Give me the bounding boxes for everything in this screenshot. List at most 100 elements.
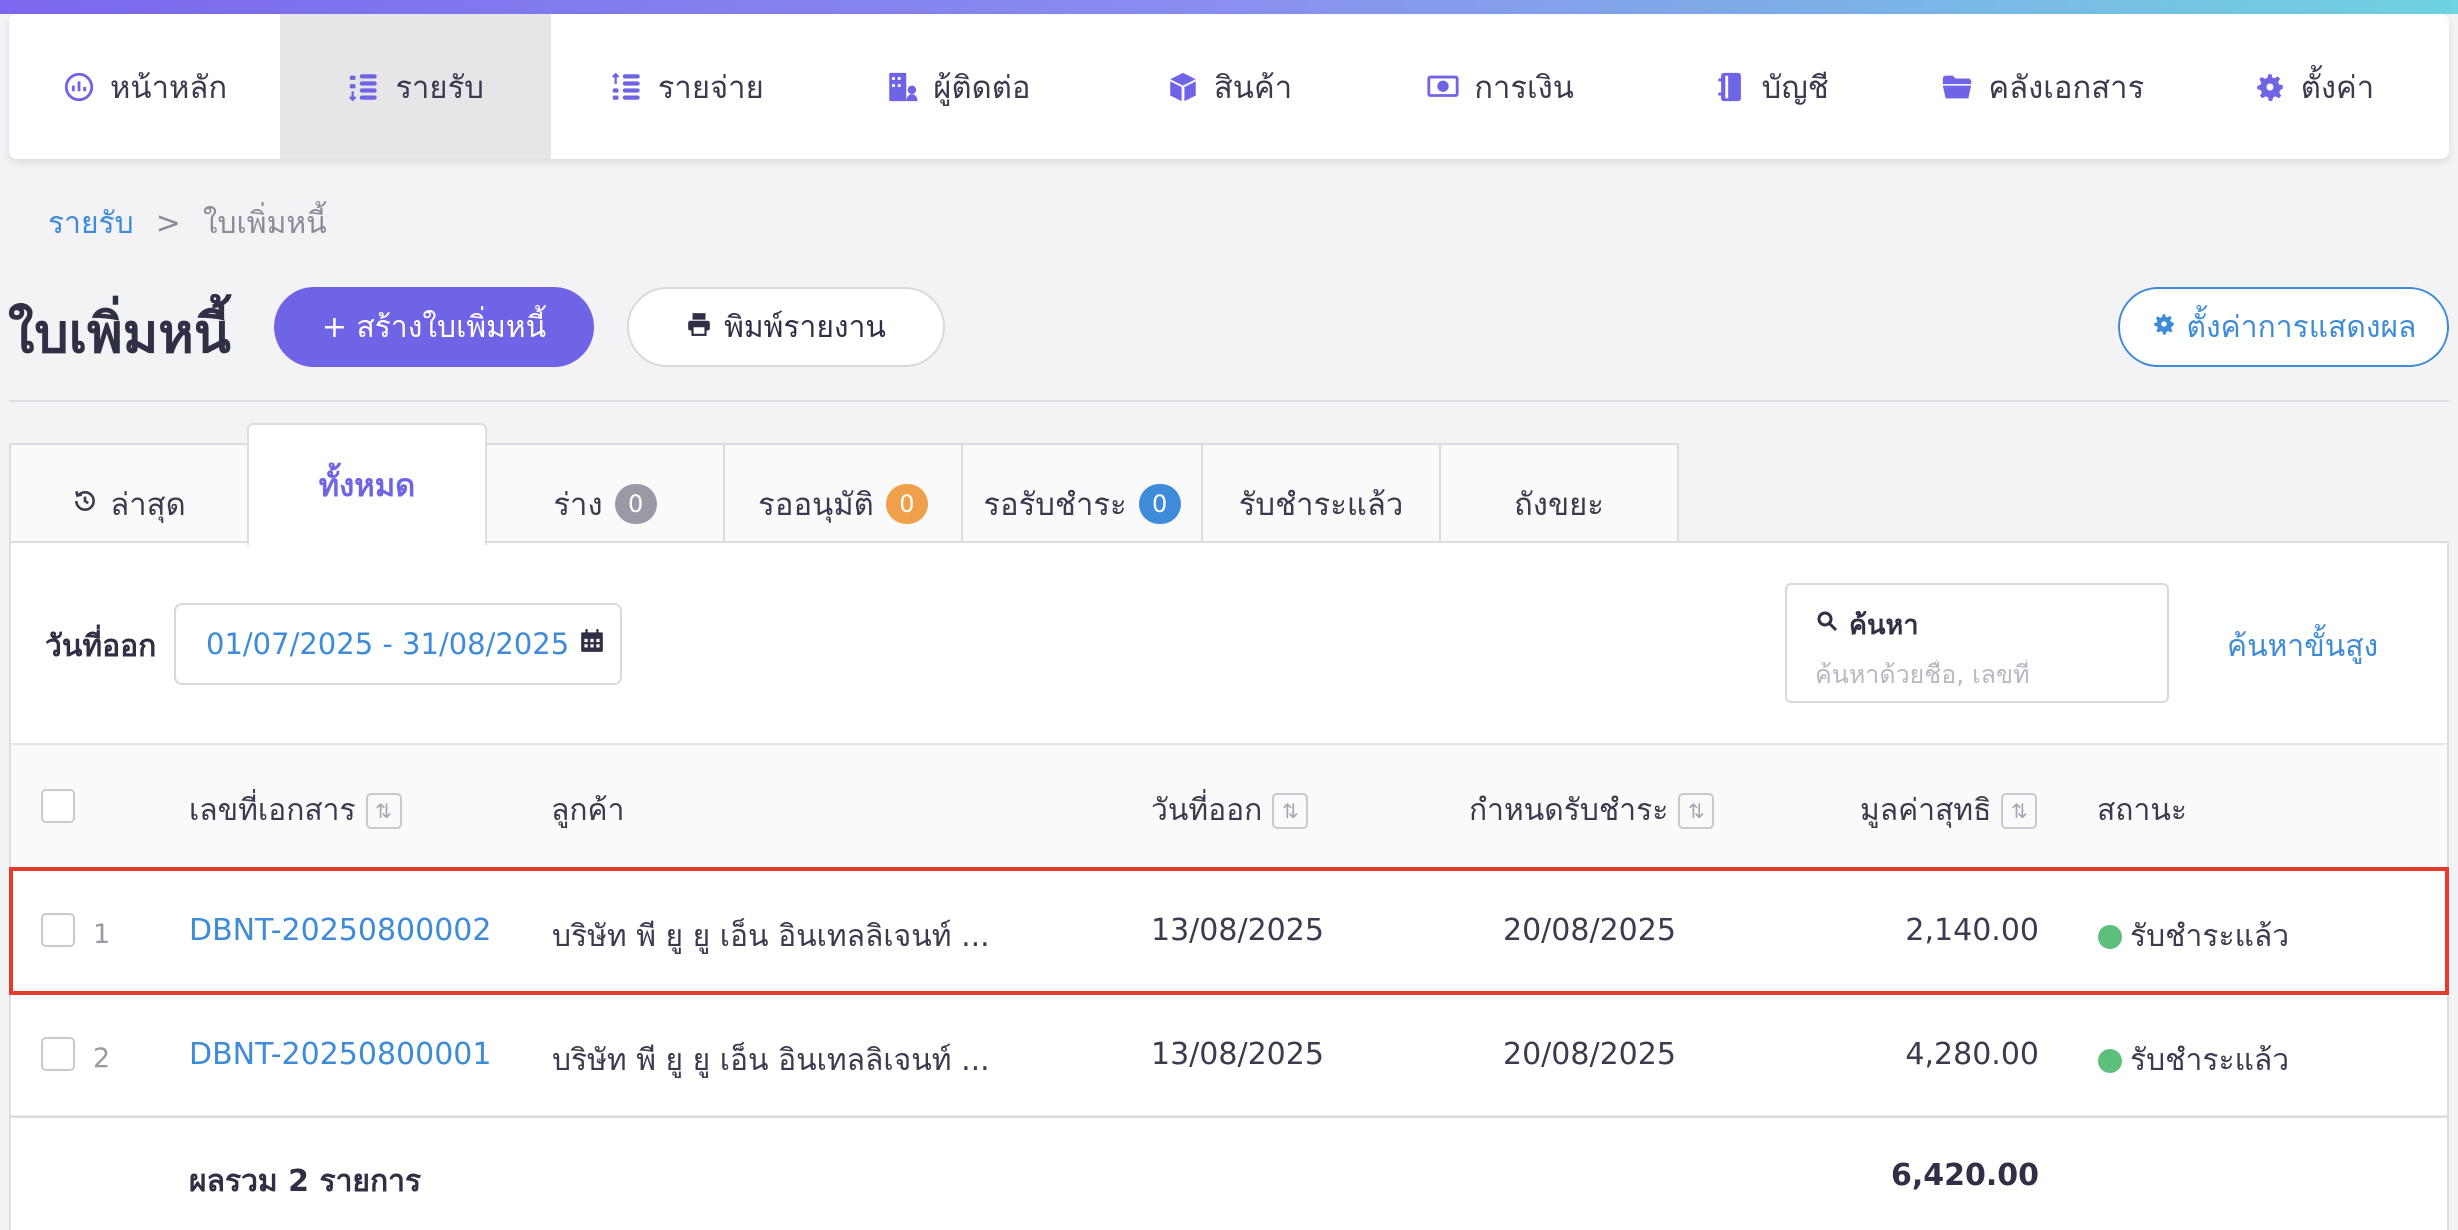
net-value: 2,140.00 <box>1905 913 2039 948</box>
nav-item-label: การเงิน <box>1474 69 1574 106</box>
nav-item-contacts[interactable]: ผู้ติดต่อ <box>822 14 1093 159</box>
awaiting-payment-count-badge: 0 <box>1138 484 1181 524</box>
issue-date: 13/08/2025 <box>1151 913 1324 948</box>
document-list-panel: วันที่ออก 01/07/2025 - 31/08/2025 ค้นหา … <box>9 541 2449 1230</box>
nav-item-label: หน้าหลัก <box>109 69 228 106</box>
nav-item-label: รายจ่าย <box>657 69 764 106</box>
column-label: กำหนดรับชำระ <box>1469 793 1669 828</box>
sort-icon[interactable]: ⇅ <box>1678 792 1715 829</box>
sort-icon[interactable]: ⇅ <box>365 792 402 829</box>
folder-icon <box>1940 70 1974 104</box>
search-box[interactable]: ค้นหา <box>1785 583 2169 703</box>
breadcrumb: รายรับ > ใบเพิ่มหนี้ <box>48 200 327 247</box>
status-badge: รับชำระแล้ว <box>2098 913 2289 960</box>
search-icon <box>1815 609 1839 640</box>
nav-item-home[interactable]: หน้าหลัก <box>9 14 280 159</box>
select-all-checkbox[interactable] <box>41 789 75 823</box>
sort-icon[interactable]: ⇅ <box>2001 792 2038 829</box>
print-report-button[interactable]: พิมพ์รายงาน <box>627 287 945 367</box>
display-settings-label: ตั้งค่าการแสดงผล <box>2186 309 2417 345</box>
search-input[interactable] <box>1815 660 2145 689</box>
tab-label: รอรับชำระ <box>983 487 1127 523</box>
nav-item-label: คลังเอกสาร <box>1988 69 2145 106</box>
header-divider <box>9 400 2449 402</box>
due-date: 20/08/2025 <box>1503 913 1676 948</box>
page-title: ใบเพิ่มหนี้ <box>8 302 231 365</box>
column-label: สถานะ <box>2097 793 2187 828</box>
issue-date: 13/08/2025 <box>1151 1037 1324 1072</box>
column-header-status: สถานะ <box>2097 787 2187 834</box>
dashboard-icon <box>62 70 96 104</box>
history-icon <box>72 486 98 522</box>
draft-count-badge: 0 <box>614 484 657 524</box>
nav-item-documents[interactable]: คลังเอกสาร <box>1907 14 2178 159</box>
coins-in-icon <box>347 70 381 104</box>
breadcrumb-parent-link[interactable]: รายรับ <box>48 200 134 247</box>
customer-name: บริษัท พี ยู ยู เอ็น อินเทลลิเจนท์ ... <box>552 919 990 954</box>
nav-item-settings[interactable]: ตั้งค่า <box>2178 14 2449 159</box>
nav-item-label: รายรับ <box>395 69 484 106</box>
display-settings-button[interactable]: ตั้งค่าการแสดงผล <box>2118 287 2449 367</box>
tab-label: รับชำระแล้ว <box>1238 487 1404 523</box>
row-number: 1 <box>93 919 111 950</box>
column-label: วันที่ออก <box>1151 793 1263 828</box>
status-label: รับชำระแล้ว <box>2130 1043 2290 1078</box>
nav-item-income[interactable]: รายรับ <box>280 14 552 159</box>
total-label: ผลรวม 2 รายการ <box>189 1164 422 1199</box>
sort-icon[interactable]: ⇅ <box>1272 792 1309 829</box>
nav-item-label: บัญชี <box>1761 69 1829 106</box>
column-label: เลขที่เอกสาร <box>189 793 356 828</box>
status-dot <box>2098 924 2122 949</box>
column-header-customer: ลูกค้า <box>551 787 624 834</box>
total-value: 6,420.00 <box>1890 1158 2039 1193</box>
box-icon <box>1166 70 1200 104</box>
date-range-picker[interactable]: 01/07/2025 - 31/08/2025 <box>174 603 622 685</box>
table-total-row: ผลรวม 2 รายการ 6,420.00 <box>11 1116 2447 1230</box>
document-number-link[interactable]: DBNT-20250800002 <box>189 913 491 948</box>
gear-icon <box>2253 70 2287 104</box>
tab-label: ทั้งหมด <box>318 468 416 504</box>
status-badge: รับชำระแล้ว <box>2098 1037 2289 1084</box>
nav-item-accounting[interactable]: บัญชี <box>1636 14 1907 159</box>
nav-item-label: ผู้ติดต่อ <box>933 69 1031 106</box>
gear-icon <box>2151 310 2177 345</box>
row-checkbox[interactable] <box>41 1037 75 1071</box>
pending-approval-count-badge: 0 <box>885 484 928 524</box>
nav-item-finance[interactable]: การเงิน <box>1365 14 1636 159</box>
breadcrumb-separator: > <box>155 206 181 241</box>
ledger-icon <box>1714 70 1748 104</box>
search-title: ค้นหา <box>1815 603 2139 646</box>
nav-item-label: ตั้งค่า <box>2300 69 2375 106</box>
table-row[interactable]: 1 DBNT-20250800002 บริษัท พี ยู ยู เอ็น … <box>9 867 2449 995</box>
table-row[interactable]: 2 DBNT-20250800001 บริษัท พี ยู ยู เอ็น … <box>11 993 2447 1117</box>
column-header-net-value: มูลค่าสุทธิ ⇅ <box>1860 787 2038 834</box>
date-range-value: 01/07/2025 - 31/08/2025 <box>206 627 570 661</box>
nav-item-expense[interactable]: รายจ่าย <box>551 14 822 159</box>
search-title-label: ค้นหา <box>1849 610 1919 641</box>
main-nav: หน้าหลัก รายรับ รายจ่าย ผู้ติดต่อ สินค้า… <box>9 14 2449 159</box>
printer-icon <box>686 310 712 345</box>
money-icon <box>1426 70 1460 104</box>
tab-all[interactable]: ทั้งหมด <box>247 423 487 545</box>
column-header-issue-date: วันที่ออก ⇅ <box>1151 787 1309 834</box>
row-number: 2 <box>93 1043 111 1074</box>
net-value: 4,280.00 <box>1905 1037 2039 1072</box>
status-label: รับชำระแล้ว <box>2130 919 2290 954</box>
tab-label: ถังขยะ <box>1514 487 1604 523</box>
column-header-due-date: กำหนดรับชำระ ⇅ <box>1469 787 1715 834</box>
customer-name: บริษัท พี ยู ยู เอ็น อินเทลลิเจนท์ ... <box>552 1043 990 1078</box>
advanced-search-link[interactable]: ค้นหาขั้นสูง <box>2227 623 2378 670</box>
document-number-link[interactable]: DBNT-20250800001 <box>189 1037 491 1072</box>
nav-item-products[interactable]: สินค้า <box>1093 14 1364 159</box>
row-checkbox[interactable] <box>41 913 75 947</box>
create-button-label: + สร้างใบเพิ่มหนี้ <box>321 309 547 345</box>
tab-label: รออนุมัติ <box>758 487 874 523</box>
due-date: 20/08/2025 <box>1503 1037 1676 1072</box>
coins-out-icon <box>610 70 644 104</box>
table-header: เลขที่เอกสาร ⇅ ลูกค้า วันที่ออก ⇅ กำหนดร… <box>11 743 2447 869</box>
column-header-doc-no: เลขที่เอกสาร ⇅ <box>189 787 402 834</box>
create-debit-note-button[interactable]: + สร้างใบเพิ่มหนี้ <box>274 287 594 367</box>
top-accent-bar <box>0 0 2458 14</box>
calendar-icon <box>579 627 605 661</box>
status-dot <box>2098 1048 2122 1073</box>
